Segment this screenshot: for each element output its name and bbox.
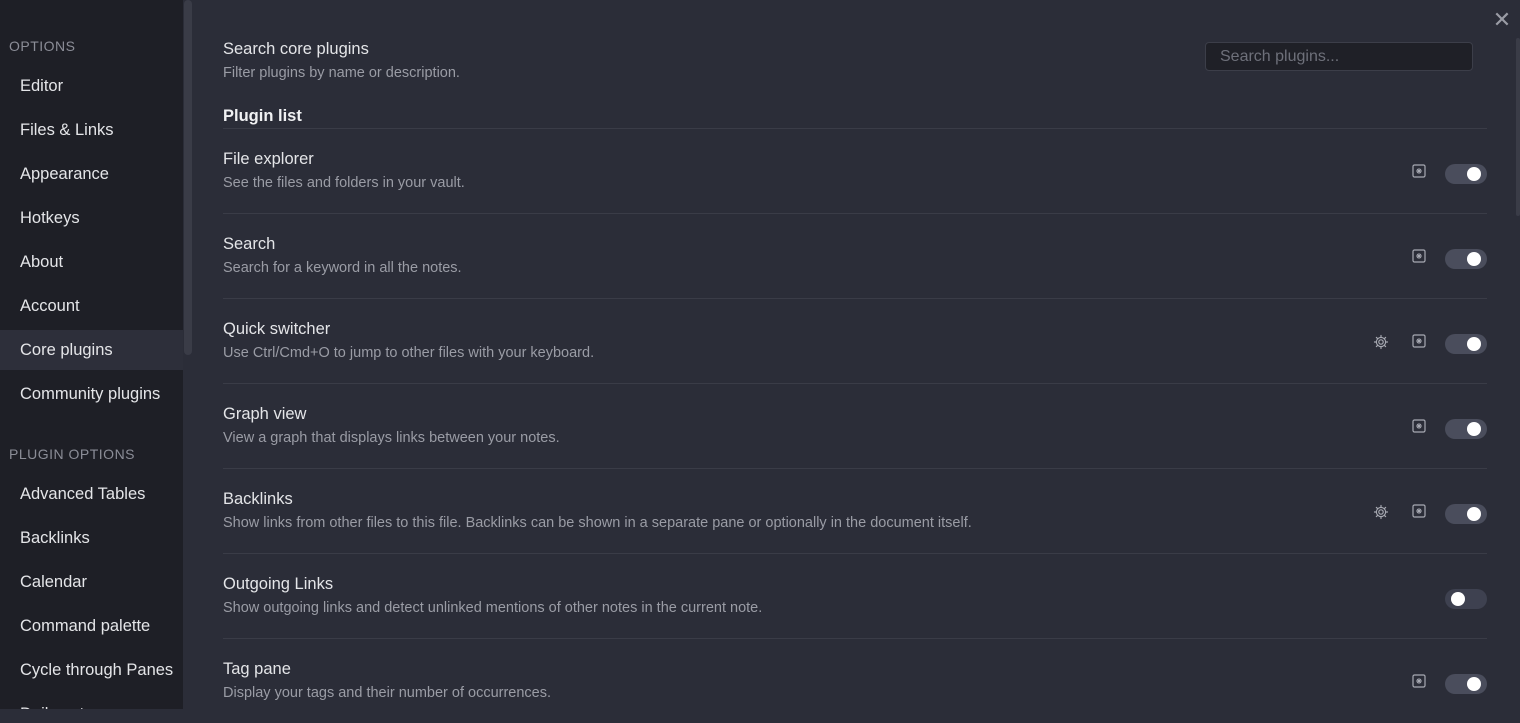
plugin-description: Use Ctrl/Cmd+O to jump to other files wi…	[223, 345, 595, 361]
plugin-name: Quick switcher	[223, 320, 331, 338]
plugin-description: Show outgoing links and detect unlinked …	[223, 600, 763, 616]
search-setting-title: Search core plugins	[223, 40, 369, 58]
plugin-row-search: Search Search for a keyword in all the n…	[223, 213, 1487, 298]
plugin-toggle[interactable]	[1445, 249, 1487, 269]
plugin-toggle[interactable]	[1445, 504, 1487, 524]
sidebar-item-cycle-through-panes[interactable]: Cycle through Panes	[0, 650, 183, 690]
sidebar-item-editor[interactable]: Editor	[0, 66, 183, 106]
plugin-row-quick-switcher: Quick switcher Use Ctrl/Cmd+O to jump to…	[223, 298, 1487, 383]
plugin-list-heading: Plugin list	[223, 107, 302, 125]
plugin-description: View a graph that displays links between…	[223, 430, 560, 446]
command-icon[interactable]	[1412, 249, 1426, 263]
gear-icon[interactable]	[1373, 334, 1389, 350]
sidebar-item-backlinks[interactable]: Backlinks	[0, 518, 183, 558]
command-icon[interactable]	[1412, 674, 1426, 688]
close-icon[interactable]: ✕	[1492, 9, 1512, 31]
plugin-description: Search for a keyword in all the notes.	[223, 260, 462, 276]
plugin-name: Outgoing Links	[223, 575, 334, 593]
plugin-description: Show links from other files to this file…	[223, 515, 972, 531]
toggle-knob	[1467, 507, 1481, 521]
command-icon[interactable]	[1412, 334, 1426, 348]
plugin-name: Graph view	[223, 405, 307, 423]
plugin-toggle[interactable]	[1445, 164, 1487, 184]
sidebar-item-calendar[interactable]: Calendar	[0, 562, 183, 602]
plugin-description: Display your tags and their number of oc…	[223, 685, 552, 701]
plugin-name: Search	[223, 235, 276, 253]
plugin-row-file-explorer: File explorer See the files and folders …	[223, 128, 1487, 213]
toggle-knob	[1467, 167, 1481, 181]
toggle-knob	[1467, 422, 1481, 436]
sidebar-item-account[interactable]: Account	[0, 286, 183, 326]
plugin-name: Backlinks	[223, 490, 293, 508]
sidebar-item-daily-notes[interactable]: Daily notes	[0, 694, 183, 709]
toggle-knob	[1451, 592, 1465, 606]
plugin-toggle[interactable]	[1445, 674, 1487, 694]
plugin-description: See the files and folders in your vault.	[223, 175, 465, 191]
sidebar-scrollbar[interactable]	[184, 0, 192, 355]
plugin-toggle[interactable]	[1445, 589, 1487, 609]
toggle-knob	[1467, 677, 1481, 691]
plugin-name: Tag pane	[223, 660, 291, 678]
plugin-toggle[interactable]	[1445, 419, 1487, 439]
sidebar-item-hotkeys[interactable]: Hotkeys	[0, 198, 183, 238]
options-heading: OPTIONS	[9, 38, 76, 54]
settings-content: ✕ Search core plugins Filter plugins by …	[195, 0, 1520, 709]
plugin-row-graph-view: Graph view View a graph that displays li…	[223, 383, 1487, 468]
toggle-knob	[1467, 337, 1481, 351]
sidebar-item-command-palette[interactable]: Command palette	[0, 606, 183, 646]
search-setting-description: Filter plugins by name or description.	[223, 65, 460, 81]
plugin-toggle[interactable]	[1445, 334, 1487, 354]
toggle-knob	[1467, 252, 1481, 266]
plugin-row-tag-pane: Tag pane Display your tags and their num…	[223, 638, 1487, 723]
sidebar-item-about[interactable]: About	[0, 242, 183, 282]
sidebar-item-appearance[interactable]: Appearance	[0, 154, 183, 194]
content-scrollbar[interactable]	[1516, 38, 1520, 216]
command-icon[interactable]	[1412, 164, 1426, 178]
command-icon[interactable]	[1412, 419, 1426, 433]
sidebar-item-files-links[interactable]: Files & Links	[0, 110, 183, 150]
search-plugins-input[interactable]	[1205, 42, 1473, 71]
command-icon[interactable]	[1412, 504, 1426, 518]
plugin-name: File explorer	[223, 150, 314, 168]
plugin-row-outgoing-links: Outgoing Links Show outgoing links and d…	[223, 553, 1487, 638]
settings-sidebar: OPTIONS Editor Files & Links Appearance …	[0, 0, 183, 709]
plugin-row-backlinks: Backlinks Show links from other files to…	[223, 468, 1487, 553]
plugin-options-heading: PLUGIN OPTIONS	[9, 446, 136, 462]
sidebar-item-community-plugins[interactable]: Community plugins	[0, 374, 183, 414]
sidebar-item-core-plugins[interactable]: Core plugins	[0, 330, 183, 370]
sidebar-item-advanced-tables[interactable]: Advanced Tables	[0, 474, 183, 514]
gear-icon[interactable]	[1373, 504, 1389, 520]
